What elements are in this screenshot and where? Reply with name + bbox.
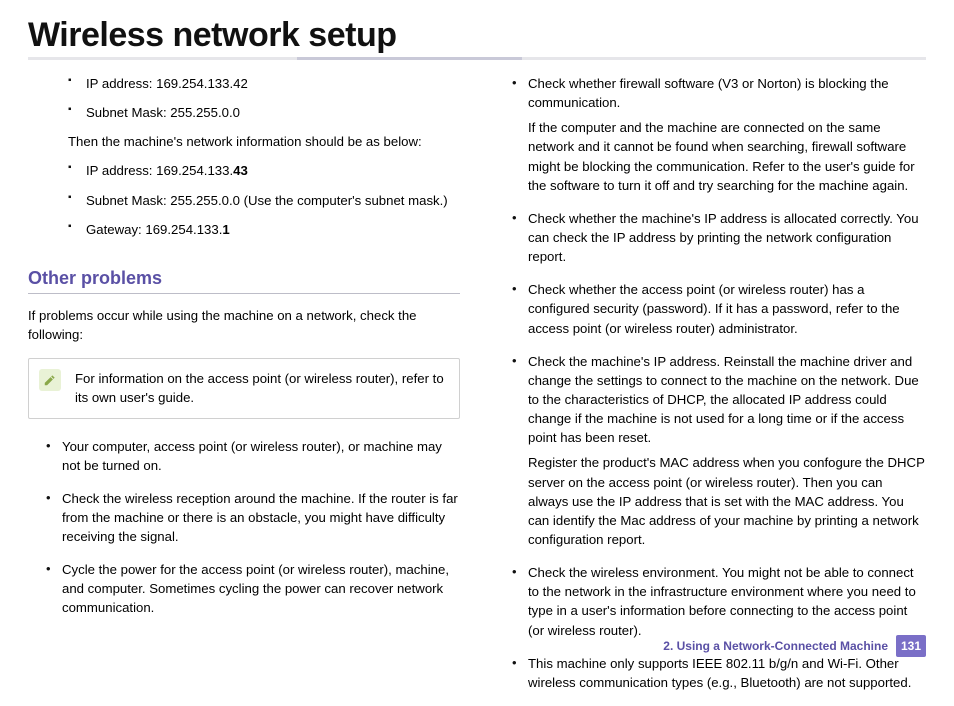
document-page: Wireless network setup IP address: 169.2… [0,0,954,675]
list-item: Check whether the machine's IP address i… [512,209,926,266]
text: IP address: 169.254.133.42 [86,76,248,91]
text: Check whether the machine's IP address i… [528,211,919,264]
list-item: IP address: 169.254.133.43 [68,161,460,180]
left-column: IP address: 169.254.133.42 Subnet Mask: … [28,74,460,706]
text: Subnet Mask: 255.255.0.0 (Use the comput… [86,193,448,208]
text: Check the wireless environment. You migh… [528,565,916,637]
list-item: This machine only supports IEEE 802.11 b… [512,654,926,692]
intro-paragraph: If problems occur while using the machin… [28,306,460,344]
list-item: Subnet Mask: 255.255.0.0 [68,103,460,122]
list-item: Check the wireless environment. You migh… [512,563,926,640]
note-text: For information on the access point (or … [75,371,444,405]
note-callout: For information on the access point (or … [28,358,460,418]
list-item: Your computer, access point (or wireless… [46,437,460,475]
text: This machine only supports IEEE 802.11 b… [528,656,911,690]
text: Gateway: 169.254.133. [86,222,222,237]
list-item: Check whether firewall software (V3 or N… [512,74,926,195]
list-item: Check the wireless reception around the … [46,489,460,546]
page-footer: 2. Using a Network-Connected Machine 131 [663,635,926,657]
text: Check whether firewall software (V3 or N… [528,76,889,110]
list-item: Gateway: 169.254.133.1 [68,220,460,239]
text: Subnet Mask: 255.255.0.0 [86,105,240,120]
bold-text: 1 [222,222,229,237]
right-column: Check whether firewall software (V3 or N… [494,74,926,706]
pencil-note-icon [39,369,61,391]
list-item: Check whether the access point (or wirel… [512,280,926,337]
footer-chapter: 2. Using a Network-Connected Machine [663,639,888,653]
content-columns: IP address: 169.254.133.42 Subnet Mask: … [28,74,926,706]
page-number: 131 [896,635,926,657]
list-item: IP address: 169.254.133.42 [68,74,460,93]
sub-paragraph: If the computer and the machine are conn… [528,118,926,195]
text: Cycle the power for the access point (or… [62,562,449,615]
text: Your computer, access point (or wireless… [62,439,442,473]
text: IP address: 169.254.133. [86,163,233,178]
text: Check the wireless reception around the … [62,491,458,544]
section-heading: Other problems [28,265,460,291]
title-underline [28,57,926,60]
sub-paragraph: Register the product's MAC address when … [528,453,926,549]
section-rule [28,293,460,294]
list-item: Check the machine's IP address. Reinstal… [512,352,926,549]
troubleshoot-list-right: Check whether firewall software (V3 or N… [494,74,926,692]
text: Check the machine's IP address. Reinstal… [528,354,919,446]
network-info-list-2: IP address: 169.254.133.43 Subnet Mask: … [28,161,460,238]
network-info-list-1: IP address: 169.254.133.42 Subnet Mask: … [28,74,460,122]
text: Check whether the access point (or wirel… [528,282,900,335]
list-item: Subnet Mask: 255.255.0.0 (Use the comput… [68,191,460,210]
troubleshoot-list-left: Your computer, access point (or wireless… [28,437,460,618]
list-item: Cycle the power for the access point (or… [46,560,460,617]
then-paragraph: Then the machine's network information s… [28,132,460,151]
page-title: Wireless network setup [28,16,926,55]
bold-text: 43 [233,163,248,178]
